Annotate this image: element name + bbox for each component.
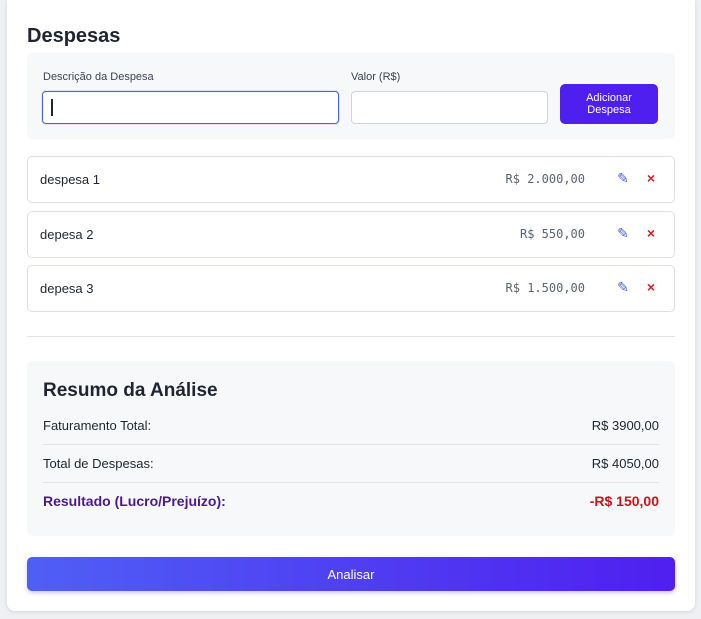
- pencil-icon[interactable]: ✎: [615, 170, 631, 188]
- analyze-button[interactable]: Analisar: [27, 557, 675, 591]
- expense-item: depesa 3 R$ 1.500,00 ✎ ×: [27, 265, 675, 312]
- close-icon[interactable]: ×: [643, 225, 659, 243]
- close-icon[interactable]: ×: [643, 170, 659, 188]
- total-expenses-value: R$ 4050,00: [591, 456, 659, 471]
- expense-item: depesa 2 R$ 550,00 ✎ ×: [27, 211, 675, 258]
- value-input[interactable]: [351, 91, 548, 124]
- add-expense-button[interactable]: Adicionar Despesa: [560, 84, 658, 124]
- description-input[interactable]: [42, 91, 339, 124]
- revenue-value: R$ 3900,00: [591, 418, 659, 433]
- total-expenses-label: Total de Despesas:: [43, 456, 154, 471]
- expense-value: R$ 550,00: [519, 227, 585, 241]
- summary-title: Resumo da Análise: [43, 380, 218, 401]
- pencil-icon[interactable]: ✎: [615, 279, 631, 297]
- value-label: Valor (R$): [351, 71, 401, 83]
- description-label: Descrição da Despesa: [43, 71, 154, 83]
- expense-name: despesa 1: [40, 172, 100, 187]
- result-value: -R$ 150,00: [589, 493, 659, 509]
- result-label: Resultado (Lucro/Prejuízo):: [43, 493, 226, 509]
- expense-name: depesa 3: [40, 281, 94, 296]
- section-divider: [27, 336, 675, 337]
- pencil-icon[interactable]: ✎: [615, 225, 631, 243]
- summary-row-divider: [43, 482, 659, 483]
- expense-item: despesa 1 R$ 2.000,00 ✎ ×: [27, 156, 675, 203]
- expense-value: R$ 1.500,00: [505, 281, 585, 295]
- close-icon[interactable]: ×: [643, 279, 659, 297]
- text-caret: [51, 99, 53, 116]
- page-title: Despesas: [27, 25, 121, 47]
- expense-name: depesa 2: [40, 227, 94, 242]
- expense-value: R$ 2.000,00: [505, 172, 585, 186]
- add-expense-button-label: Adicionar Despesa: [586, 92, 632, 116]
- revenue-label: Faturamento Total:: [43, 418, 152, 433]
- summary-row-divider: [43, 444, 659, 445]
